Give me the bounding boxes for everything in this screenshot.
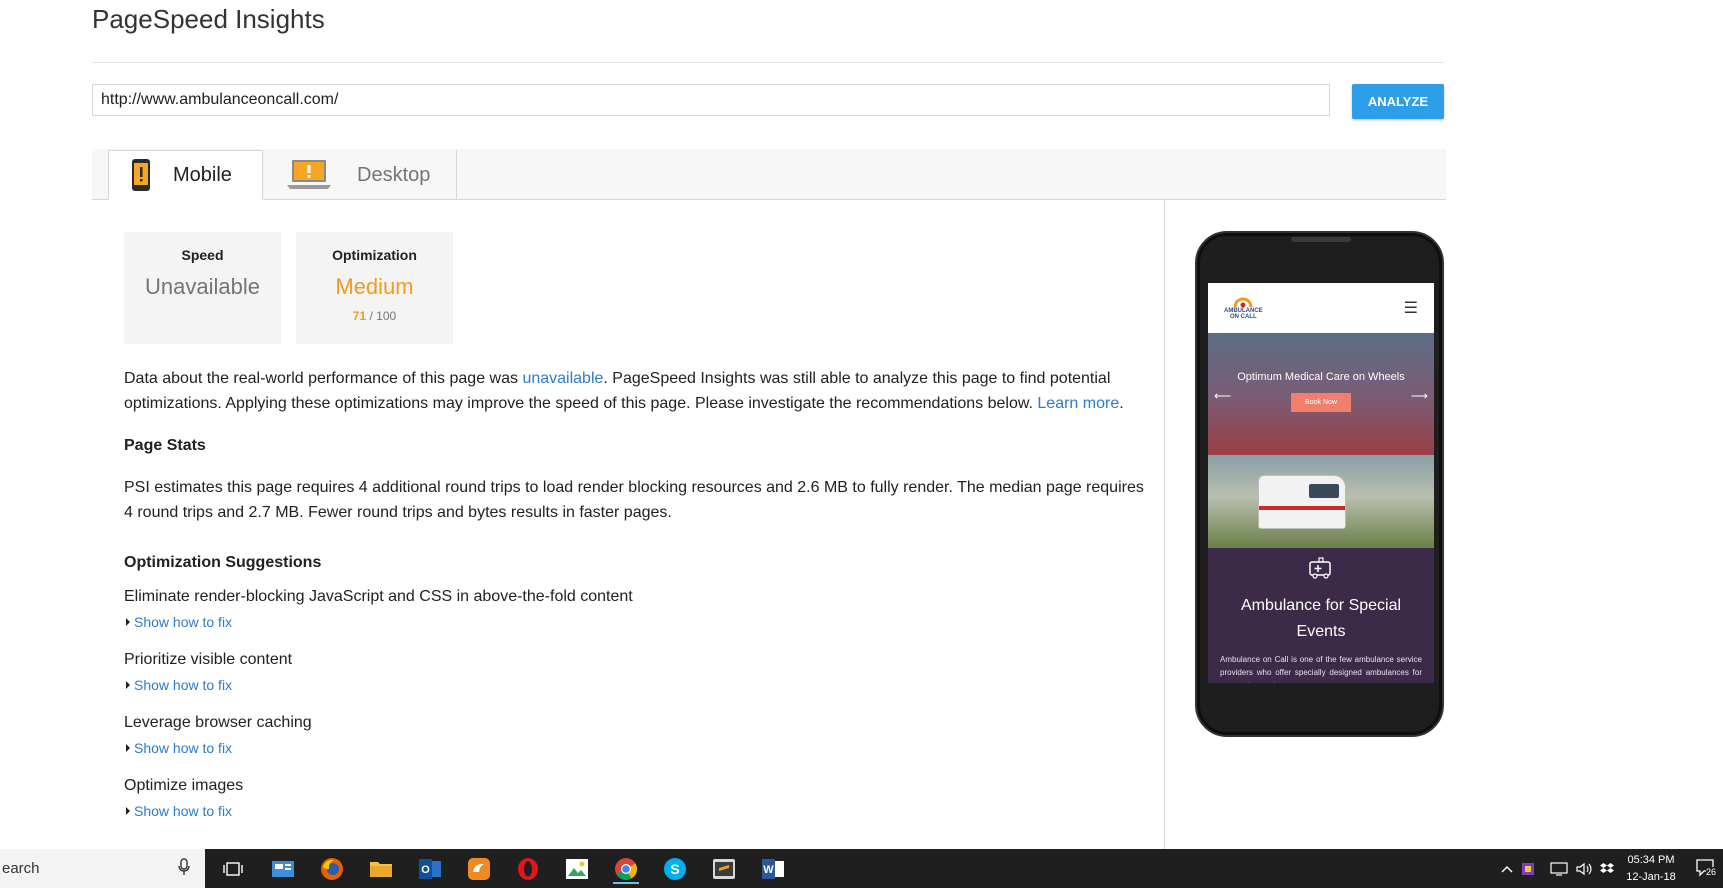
triangle-right-icon [126, 681, 130, 689]
triangle-right-icon [126, 744, 130, 752]
svg-text:W: W [763, 864, 774, 876]
url-input[interactable] [92, 84, 1330, 116]
optimization-suggestions-heading: Optimization Suggestions [124, 554, 322, 571]
rule-prioritize-visible-content: Prioritize visible content [124, 651, 293, 668]
page-stats-text: PSI estimates this page requires 4 addit… [124, 479, 1144, 521]
action-center-icon[interactable]: 26 [1696, 859, 1718, 879]
hero-text: Optimum Medical Care on Wheels [1237, 371, 1405, 383]
fix-link-label: Show how to fix [134, 740, 233, 756]
chrome-icon[interactable] [611, 854, 641, 884]
triangle-right-icon [126, 807, 130, 815]
special-events-text: Ambulance on Call is one of the few ambu… [1220, 655, 1422, 683]
summary-part-1: Data about the real-world performance of… [124, 370, 523, 387]
ambulance-image [1208, 455, 1434, 548]
volume-icon[interactable] [1576, 849, 1592, 888]
title-divider [92, 62, 1444, 63]
speed-label: Speed [181, 247, 224, 263]
rule-optimize-images: Optimize images [124, 777, 244, 794]
arrow-right-icon: ⟶ [1410, 389, 1428, 403]
sublime-text-icon[interactable] [709, 854, 739, 884]
hamburger-menu-icon: ☰ [1403, 300, 1418, 317]
show-how-to-fix-link[interactable]: Show how to fix [126, 803, 232, 819]
optimization-score: 71 / 100 [296, 309, 453, 323]
tab-desktop-label: Desktop [357, 163, 431, 186]
page: PageSpeed Insights ANALYZE Mobile [0, 0, 1723, 849]
network-icon[interactable] [1550, 849, 1568, 888]
ambulance-logo: AMBULANCE ON CALL [1224, 296, 1263, 320]
word-icon[interactable]: W [758, 854, 788, 884]
ambulance-van-shape [1258, 475, 1346, 529]
device-tabs: Mobile Desktop [92, 149, 1446, 200]
preview-hero: ⟵ ⟶ Optimum Medical Care on Wheels Book … [1208, 333, 1434, 455]
ambulance-outline-icon [1309, 557, 1331, 579]
show-how-to-fix-link[interactable]: Show how to fix [126, 677, 232, 693]
firefox-icon[interactable] [317, 854, 347, 884]
speed-value: Unavailable [145, 274, 260, 299]
show-how-to-fix-link[interactable]: Show how to fix [126, 614, 232, 630]
optimization-score-card: Optimization Medium 71 / 100 [296, 232, 453, 344]
results-divider [1164, 200, 1165, 849]
speed-score-card: Speed Unavailable [124, 232, 281, 344]
clock-time: 05:34 PM [1627, 854, 1675, 866]
analyze-button[interactable]: ANALYZE [1352, 84, 1444, 119]
tray-app-icon[interactable] [1521, 849, 1535, 888]
active-app-indicator [613, 882, 639, 884]
notification-count: 26 [1706, 867, 1717, 877]
optimization-value: Medium [335, 274, 414, 299]
fix-link-label: Show how to fix [134, 803, 233, 819]
laptop-icon [286, 159, 332, 191]
unavailable-link[interactable]: unavailable [522, 370, 603, 387]
special-events-title-line-2: Events [1296, 623, 1346, 640]
taskbar-search-box[interactable]: earch [0, 849, 205, 888]
van-window [1309, 484, 1339, 498]
summary-text: Data about the real-world performance of… [124, 366, 1154, 416]
summary-part-3: . [1119, 395, 1124, 412]
skype-icon[interactable]: S [660, 854, 690, 884]
task-view-icon[interactable] [218, 854, 248, 884]
rule-render-blocking: Eliminate render-blocking JavaScript and… [124, 588, 633, 605]
special-events-section: Ambulance for Special Events Ambulance o… [1208, 548, 1434, 683]
special-events-title-line-1: Ambulance for Special [1240, 597, 1402, 614]
tab-desktop[interactable]: Desktop [263, 150, 457, 200]
file-explorer-icon[interactable] [366, 854, 396, 884]
uc-browser-icon[interactable] [464, 854, 494, 884]
phone-preview: AMBULANCE ON CALL ☰ ⟵ ⟶ Optimum Medical … [1195, 231, 1444, 737]
phone-speaker [1291, 237, 1351, 242]
tab-mobile[interactable]: Mobile [108, 150, 263, 200]
clock-date: 12-Jan-18 [1626, 871, 1676, 883]
microphone-icon[interactable] [178, 858, 190, 880]
page-title: PageSpeed Insights [92, 4, 325, 34]
chevron-up-icon[interactable] [1501, 849, 1513, 888]
outlook-icon[interactable]: O [415, 854, 445, 884]
learn-more-link[interactable]: Learn more [1037, 395, 1119, 412]
triangle-right-icon [126, 618, 130, 626]
fix-link-label: Show how to fix [134, 677, 233, 693]
page-stats-heading: Page Stats [124, 437, 206, 454]
optimization-score-number: 71 [352, 309, 367, 323]
taskbar-search-placeholder: earch [2, 860, 40, 877]
phone-screen: AMBULANCE ON CALL ☰ ⟵ ⟶ Optimum Medical … [1208, 283, 1434, 683]
arrow-left-icon: ⟵ [1214, 389, 1232, 403]
control-panel-icon[interactable] [268, 854, 298, 884]
opera-icon[interactable] [513, 854, 543, 884]
mobile-phone-icon [131, 158, 151, 192]
special-events-title: Ambulance for Special Events [1208, 593, 1434, 645]
rule-browser-caching: Leverage browser caching [124, 714, 312, 731]
taskbar-clock[interactable]: 05:34 PM 12-Jan-18 [1612, 852, 1690, 886]
fix-link-label: Show how to fix [134, 614, 233, 630]
van-stripe [1259, 506, 1345, 510]
tab-mobile-label: Mobile [173, 163, 232, 186]
windows-taskbar: earch O S W 05:34 PM 12-Jan-18 26 [0, 849, 1723, 888]
show-how-to-fix-link[interactable]: Show how to fix [126, 740, 232, 756]
book-now-button: Book Now [1291, 393, 1351, 412]
logo-text-2: ON CALL [1230, 314, 1257, 320]
optimization-label: Optimization [332, 247, 417, 263]
svg-text:S: S [670, 861, 679, 877]
preview-site-header: AMBULANCE ON CALL ☰ [1208, 283, 1434, 333]
optimization-score-max: / 100 [369, 309, 397, 323]
svg-text:O: O [421, 864, 430, 876]
image-viewer-icon[interactable] [562, 854, 592, 884]
